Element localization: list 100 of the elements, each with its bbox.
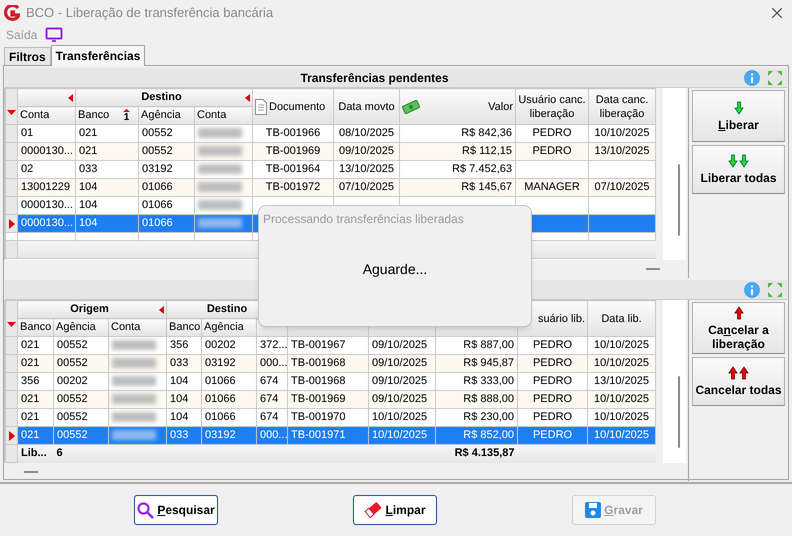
cell-text: 021	[21, 393, 40, 405]
cell-text: 021	[79, 127, 98, 139]
info-icon[interactable]	[744, 282, 760, 298]
table-row[interactable]: 021 00552 356 00202 372... TB-001967 09/10/2025 R$ 887,00 PEDRO 10/10/2025	[6, 336, 656, 354]
cell-text: 674	[260, 393, 278, 405]
cell-text: 000...	[260, 357, 287, 369]
scrollbar-thumb[interactable]	[678, 164, 680, 236]
cell-text: TB-001968	[291, 375, 346, 387]
column-header[interactable]: Data canc. liberação	[588, 88, 656, 124]
cell-text: MANAGER	[524, 181, 580, 193]
column-header[interactable]: Agência	[54, 318, 108, 336]
collapse-arrow-icon[interactable]	[245, 94, 250, 102]
cell-text: 09/10/2025	[372, 393, 428, 405]
table-row[interactable]: 01 021 00552 TB-001966 08/10/2025 R$ 842,36 PEDRO 10/10/2025	[6, 124, 656, 142]
filter-arrow-icon[interactable]	[7, 110, 16, 115]
summary-text: Lib...	[21, 447, 47, 460]
arrow-icon	[734, 306, 744, 320]
column-label: Data lib.	[600, 312, 643, 326]
cell-text: 021	[21, 429, 40, 441]
cell-text: R$ 852,00	[463, 429, 514, 441]
cell-text: 01066	[142, 199, 173, 211]
scrollbar-thumb[interactable]	[678, 376, 680, 448]
action-button[interactable]: Cancelar a liberação	[692, 302, 785, 354]
cell-text: 03192	[142, 163, 173, 175]
action-button[interactable]: Cancelar todas	[692, 357, 785, 406]
cell-text: 0000130...	[21, 217, 73, 229]
table-row[interactable]: 02 033 03192 TB-001964 13/10/2025 R$ 7.452,63	[6, 160, 656, 178]
expand-icon[interactable]	[767, 70, 783, 86]
column-group-header[interactable]	[18, 88, 76, 106]
column-label: Conta	[197, 109, 228, 122]
cell-text: R$ 145,67	[461, 181, 512, 193]
table-row[interactable]: 0000130... 021 00552 TB-001969 09/10/2025 R$ 112,15 PEDRO 13/10/2025	[6, 142, 656, 160]
cell-text: 104	[79, 217, 98, 229]
expand-icon[interactable]	[767, 282, 783, 298]
sort-arrow-icon	[123, 108, 130, 112]
splitter-handle[interactable]	[24, 471, 38, 473]
close-icon[interactable]	[772, 8, 782, 18]
cell-text: 104	[79, 199, 98, 211]
table-row[interactable]: 356 00202 104 01066 674 TB-001968 09/10/2025 R$ 333,00 PEDRO 13/10/2025	[6, 372, 656, 390]
monitor-icon[interactable]	[45, 27, 64, 43]
cell-text: 10/10/2025	[372, 411, 428, 423]
column-header[interactable]: Conta	[18, 106, 76, 124]
double-arrow-icon	[728, 366, 750, 380]
column-header[interactable]: Data lib.	[588, 300, 656, 336]
cell-text: 021	[21, 339, 40, 351]
column-header[interactable]: Banco 1	[76, 106, 138, 124]
cell-text: 10/10/2025	[594, 429, 650, 441]
table-row[interactable]: 021 00552 104 01066 674 TB-001969 09/10/2025 R$ 888,00 PEDRO 10/10/2025	[6, 390, 656, 408]
column-header[interactable]: Valor	[400, 88, 516, 124]
cell-text: R$ 888,00	[463, 393, 514, 405]
collapse-arrow-icon[interactable]	[159, 306, 164, 314]
table-row[interactable]: 021 00552 033 03192 000... TB-001971 10/10/2025 R$ 852,00 PEDRO 10/10/2025	[6, 426, 656, 444]
group-label: Destino	[141, 91, 182, 103]
cell-text: 02	[21, 163, 34, 175]
dialog-message: Aguarde...	[362, 260, 428, 279]
cell-text: 10/10/2025	[594, 393, 650, 405]
column-label: Agência	[56, 321, 97, 334]
cell-text: 00552	[57, 429, 88, 441]
action-button[interactable]: Limpar	[353, 495, 437, 525]
cell-text: 13/10/2025	[594, 375, 650, 387]
cell-text: 07/10/2025	[594, 181, 650, 193]
group-label: Destino	[206, 303, 248, 315]
cell-text: 01066	[142, 217, 173, 229]
cell-text: TB-001969	[291, 393, 346, 405]
cell-text: TB-001968	[291, 357, 346, 369]
table-row[interactable]: 021 00552 104 01066 674 TB-001970 10/10/2025 R$ 230,00 PEDRO 10/10/2025	[6, 408, 656, 426]
column-header[interactable]: Conta	[108, 318, 166, 336]
tab[interactable]: Transferências	[50, 45, 146, 66]
column-label: Banco	[78, 109, 110, 122]
column-label: suário lib.	[536, 312, 586, 326]
action-button[interactable]: Liberar	[692, 90, 785, 142]
tab[interactable]: Filtros	[4, 47, 51, 65]
filter-arrow-icon[interactable]	[7, 322, 16, 327]
current-row-icon	[9, 430, 15, 440]
cell-text: 000...	[260, 429, 287, 441]
splitter-handle[interactable]	[646, 268, 660, 270]
column-group-header[interactable]: Destino	[76, 88, 252, 106]
action-button[interactable]: Liberar todas	[692, 145, 785, 194]
column-header[interactable]: Agência	[202, 318, 256, 336]
column-header[interactable]: Documento	[252, 88, 334, 124]
action-button[interactable]: Pesquisar	[134, 495, 218, 525]
cell-text: PEDRO	[532, 411, 572, 423]
cell-text: 07/10/2025	[338, 181, 394, 193]
arrow-icon	[734, 100, 744, 114]
column-group-header[interactable]: Origem	[18, 300, 166, 318]
collapse-arrow-icon[interactable]	[68, 94, 73, 102]
table-row[interactable]: 021 00552 033 03192 000... TB-001968 09/10/2025 R$ 945,87 PEDRO 10/10/2025	[6, 354, 656, 372]
cell-text: PEDRO	[532, 393, 572, 405]
cell-text: 03192	[205, 357, 236, 369]
column-header[interactable]: Data movto	[334, 88, 400, 124]
cell-text: 01066	[205, 393, 236, 405]
column-header[interactable]: Agência	[138, 106, 194, 124]
cell-text: R$ 7.452,63	[452, 163, 512, 175]
info-icon[interactable]	[744, 70, 760, 86]
cell-text: R$ 887,00	[463, 339, 514, 351]
table-row[interactable]: 13001229 104 01066 TB-001972 07/10/2025 R$ 145,67 MANAGER 07/10/2025	[6, 178, 656, 196]
column-header[interactable]: Conta	[194, 106, 252, 124]
cell-text: R$ 333,00	[463, 375, 514, 387]
cell-text: 00202	[57, 375, 88, 387]
cell-text: PEDRO	[532, 429, 572, 441]
